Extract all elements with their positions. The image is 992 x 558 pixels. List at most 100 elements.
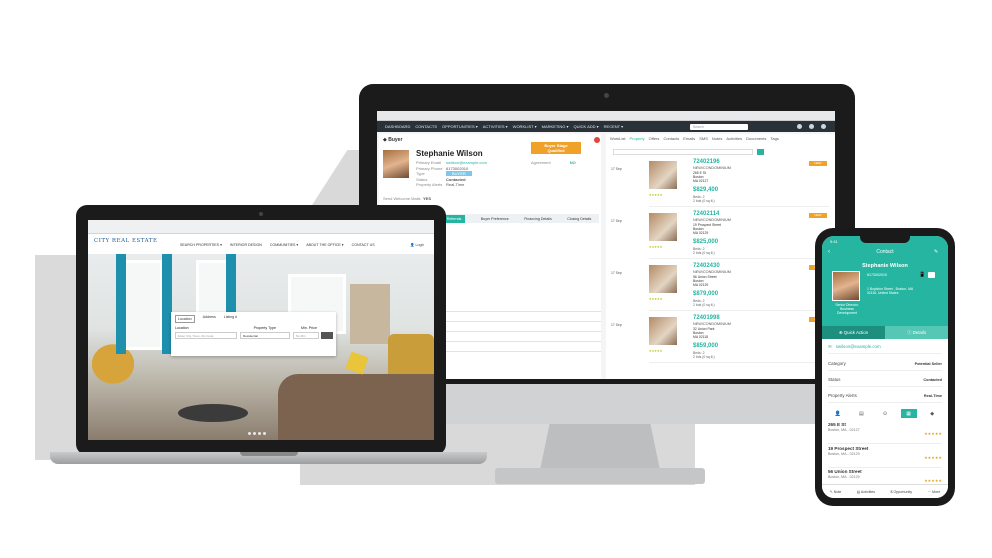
crm-search-input[interactable]: Search: [690, 124, 748, 130]
contact-phone[interactable]: 6173002010: [867, 273, 887, 277]
menu-communities[interactable]: COMMUNITIES ▾: [270, 243, 298, 247]
nav-dashboard[interactable]: DASHBOARD: [385, 124, 410, 129]
tab-referrals[interactable]: Referrals: [442, 214, 466, 223]
nav-opportunities[interactable]: OPPORTUNITIES ▾: [442, 124, 478, 129]
nav-quick-add[interactable]: QUICK ADD ▾: [574, 124, 599, 129]
tab-contacts[interactable]: Contacts: [663, 136, 679, 141]
search-button[interactable]: [321, 332, 333, 339]
buyer-avatar: [383, 150, 409, 178]
tab-buyer-preference[interactable]: Buyer Preference: [481, 217, 509, 221]
dollar-icon[interactable]: ⊙: [877, 409, 893, 418]
property-photo: [649, 265, 677, 293]
tab-financing[interactable]: Financing Details: [524, 217, 552, 221]
welcome-field: Send Welcome Mails YES: [383, 196, 432, 201]
browser-toolbar: [88, 220, 434, 234]
laptop-camera: [259, 212, 263, 216]
tab-sms[interactable]: SMS: [699, 136, 708, 141]
email-row[interactable]: ✉ swilson@example.com: [828, 340, 942, 354]
nav-opportunity[interactable]: $ Opportunity: [891, 490, 913, 494]
nav-contacts[interactable]: CONTACTS: [415, 124, 437, 129]
property-photo: [649, 161, 677, 189]
edit-icon[interactable]: ✎: [934, 249, 938, 255]
list-item[interactable]: 56 Union Street Boston, MA - 02129 ★★★★★: [828, 469, 942, 485]
quick-action-tab[interactable]: ⊕ Quick Action: [822, 326, 885, 339]
property-card[interactable]: 17 Sep ●●●●● 72402114 NEW/CONDOMINIUM 19…: [611, 211, 829, 259]
carousel-dots[interactable]: [248, 432, 266, 435]
message-icon[interactable]: [928, 272, 935, 278]
nav-activities[interactable]: ▤ Activities: [857, 490, 875, 494]
crm-top-nav: DASHBOARD CONTACTS OPPORTUNITIES ▾ ACTIV…: [377, 121, 835, 132]
tab-notes[interactable]: Notes: [712, 136, 722, 141]
avatar[interactable]: [797, 124, 802, 129]
tab-location[interactable]: Location: [175, 315, 195, 323]
nav-note[interactable]: ✎ Note: [830, 490, 842, 494]
nav-marketing[interactable]: MARKETING ▾: [542, 124, 569, 129]
property-search-widget: Location Address Listing # Location Prop…: [171, 312, 336, 356]
buyer-stage-badge[interactable]: Buyer Stage Qualified: [531, 142, 581, 154]
tab-property[interactable]: Property: [629, 136, 644, 141]
buyer-tabs: Referrals Buyer Preference Financing Det…: [435, 214, 599, 223]
tab-emails[interactable]: Emails: [683, 136, 695, 141]
fireplace: [350, 284, 390, 344]
min-price-select[interactable]: No Min: [293, 332, 319, 339]
tag-icon[interactable]: ◆: [924, 409, 940, 418]
details-tab[interactable]: ⓘ Details: [885, 326, 948, 339]
list-item[interactable]: 265 E St Boston, MA - 02127 ★★★★★: [828, 422, 942, 444]
property-card[interactable]: 17 Sep ●●●●● 72402430 NEW/CONDOMINIUM 56…: [611, 263, 829, 311]
property-search-input[interactable]: [613, 149, 753, 155]
nav-worklist[interactable]: WORKLIST ▾: [513, 124, 537, 129]
property-type-select[interactable]: Residential: [240, 332, 290, 339]
tab-listing[interactable]: Listing #: [224, 315, 237, 323]
close-icon[interactable]: [594, 137, 600, 143]
call-icon[interactable]: 📱: [919, 272, 925, 278]
contact-role: Senior Director, Business Development: [835, 303, 859, 316]
section-title: ◆ Buyer: [383, 137, 403, 143]
nav-more[interactable]: ⋯ More: [928, 490, 941, 494]
bottom-nav: ✎ Note ▤ Activities $ Opportunity ⋯ More: [822, 484, 948, 498]
rating-stars: ●●●●●: [649, 244, 663, 249]
property-card[interactable]: 17 Sep ●●●●● 72401998 NEW/CONDOMINIUM 32…: [611, 315, 829, 363]
page-title: Contact: [876, 249, 894, 255]
settings-icon[interactable]: [821, 124, 826, 129]
site-menu: SEARCH PROPERTIES ▾ INTERIOR DESIGN COMM…: [180, 243, 375, 247]
monitor-base: [495, 468, 705, 484]
tab-address[interactable]: Address: [203, 315, 216, 323]
menu-contact[interactable]: CONTACT US: [352, 243, 375, 247]
nav-activities[interactable]: ACTIVITIES ▾: [483, 124, 508, 129]
document-icon[interactable]: ▤: [853, 409, 869, 418]
add-property-button[interactable]: [757, 149, 764, 155]
menu-search-properties[interactable]: SEARCH PROPERTIES ▾: [180, 243, 222, 247]
tab-closing[interactable]: Closing Details: [567, 217, 591, 221]
site-logo[interactable]: CITY REAL ESTATE: [94, 238, 157, 244]
coffee-table: [178, 404, 248, 422]
notification-icon[interactable]: [809, 124, 814, 129]
person-icon[interactable]: 👤: [830, 409, 846, 418]
tab-activities[interactable]: Activities: [726, 136, 742, 141]
monitor-stand: [540, 424, 660, 470]
status-badge: NEW: [809, 213, 827, 218]
rating-stars: ★★★★★: [924, 455, 942, 460]
real-estate-website: CITY REAL ESTATE SEARCH PROPERTIES ▾ INT…: [88, 220, 434, 440]
tab-documents[interactable]: Documents: [746, 136, 766, 141]
sofa: [278, 374, 434, 440]
building-icon[interactable]: ▦: [900, 409, 917, 418]
browser-toolbar: [377, 111, 835, 121]
tab-tags[interactable]: Tags: [770, 136, 778, 141]
tab-offers[interactable]: Offers: [649, 136, 660, 141]
rating-stars: ●●●●●: [649, 296, 663, 301]
property-card[interactable]: 17 Sep ●●●●● 72402196 NEW/CONDOMINIUM 26…: [611, 159, 829, 207]
window: [123, 260, 163, 350]
action-tabs: ⊕ Quick Action ⓘ Details: [822, 326, 948, 339]
status-row: Status Contacted: [828, 373, 942, 387]
menu-about[interactable]: ABOUT THE OFFICE ▾: [306, 243, 343, 247]
list-item[interactable]: 19 Prospect Street Boston, MA - 02129 ★★…: [828, 446, 942, 468]
yellow-pillow: [345, 351, 369, 375]
buyer-name: Stephanie Wilson: [416, 149, 483, 158]
monitor-camera: [604, 93, 609, 98]
contact-name: Stephanie Wilson: [862, 263, 908, 269]
menu-interior-design[interactable]: INTERIOR DESIGN: [230, 243, 262, 247]
tab-worklist[interactable]: WorkList: [610, 136, 625, 141]
nav-recent[interactable]: RECENT ▾: [604, 124, 624, 129]
login-link[interactable]: 👤 Login: [410, 243, 424, 247]
location-input[interactable]: Enter City, Town, Zip Code: [175, 332, 237, 339]
